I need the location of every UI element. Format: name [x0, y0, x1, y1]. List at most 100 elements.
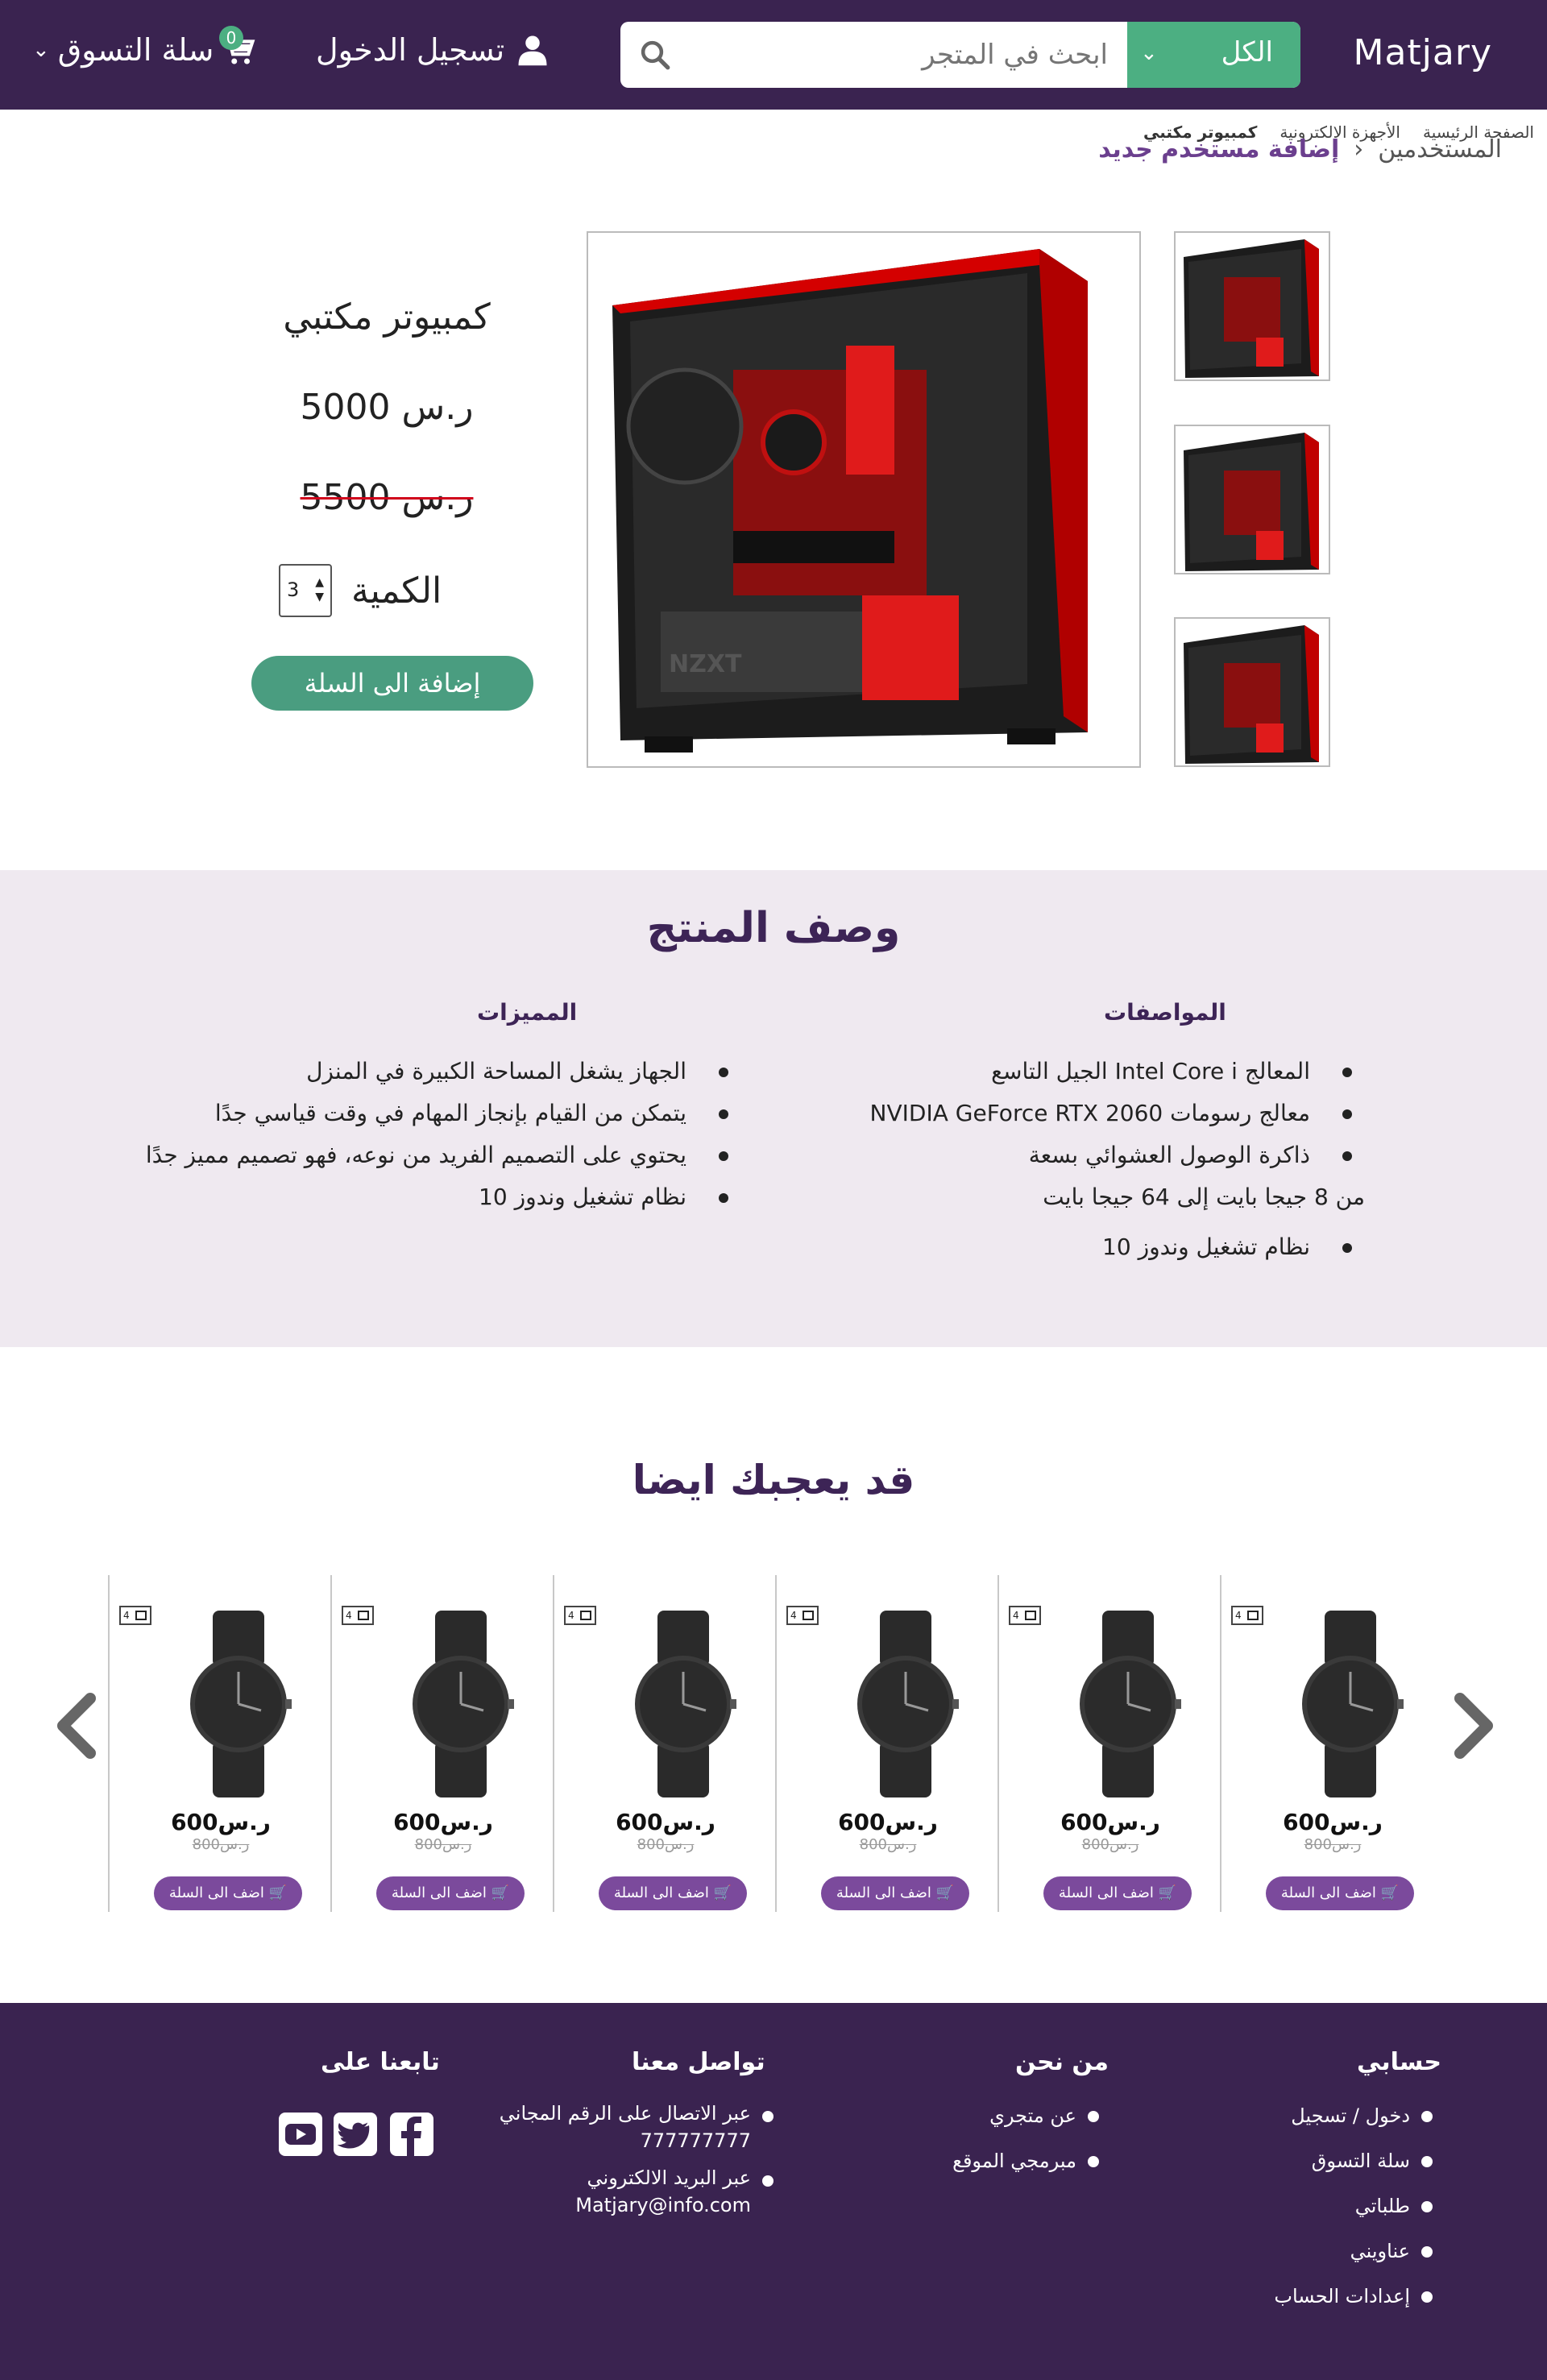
- carousel-next-arrow-icon[interactable]: [1447, 1692, 1499, 1760]
- card-add-to-cart-label: اضف الى السلة: [168, 1885, 264, 1901]
- youtube-icon[interactable]: [277, 2111, 324, 2158]
- footer-contact-heading: تواصل معنا: [632, 2048, 765, 2076]
- search-icon[interactable]: [638, 38, 672, 72]
- footer-contact-email[interactable]: عبر البريد الالكتروني Matjary@info.com: [500, 2164, 774, 2229]
- box-icon: [358, 1611, 369, 1620]
- search-category-dropdown[interactable]: الكل ⌄: [1127, 22, 1300, 88]
- spec-item: ذاكرة الوصول العشوائي بسعة: [870, 1135, 1353, 1177]
- product-card[interactable]: 4 600ر.س 800ر.س 🛒 اضف الى السلة: [775, 1575, 997, 1912]
- spec-item: معالج رسومات NVIDIA GeForce RTX 2060: [870, 1093, 1353, 1135]
- card-add-to-cart-button[interactable]: 🛒 اضف الى السلة: [376, 1876, 525, 1910]
- card-price: 600ر.س: [838, 1809, 938, 1835]
- footer-link[interactable]: عن متجري: [952, 2100, 1099, 2145]
- contact-email-label: عبر البريد الالكتروني: [587, 2166, 751, 2189]
- search-category-label: الكل: [1221, 36, 1273, 68]
- recommended-title: قد يعجبك ايضا: [632, 1457, 915, 1503]
- footer-link[interactable]: مبرمجي الموقع: [952, 2145, 1099, 2190]
- watch-image: [1302, 1611, 1404, 1797]
- footer-follow-heading: تابعنا على: [321, 2048, 440, 2076]
- card-add-to-cart-button[interactable]: 🛒 اضف الى السلة: [1266, 1876, 1414, 1910]
- card-add-to-cart-label: اضف الى السلة: [391, 1885, 487, 1901]
- facebook-icon[interactable]: [388, 2111, 435, 2158]
- features-heading: المميزات: [477, 999, 578, 1026]
- specs-list: المعالج Intel Core i الجيل التاسع معالج …: [870, 1051, 1365, 1269]
- card-price: 600ر.س: [1060, 1809, 1160, 1835]
- card-tag-badge: 4: [1009, 1606, 1041, 1625]
- box-icon: [1025, 1611, 1036, 1620]
- watch-image: [857, 1611, 959, 1797]
- product-old-price-wrap: 5500 ر.س: [193, 477, 580, 518]
- card-tag-badge: 4: [786, 1606, 819, 1625]
- card-tag-number: 4: [1013, 1610, 1019, 1621]
- stepper-arrows-icon[interactable]: ▲ ▼: [315, 575, 324, 604]
- card-tag-badge: 4: [342, 1606, 374, 1625]
- breadcrumb-add-user: إضافة مستخدم جديد: [1098, 135, 1340, 164]
- footer-link[interactable]: دخول / تسجيل: [1274, 2100, 1433, 2145]
- card-old-price: 800ر.س: [637, 1836, 695, 1853]
- twitter-icon[interactable]: [332, 2111, 379, 2158]
- card-price: 600ر.س: [1283, 1809, 1383, 1835]
- quantity-stepper[interactable]: 3 ▲ ▼: [279, 564, 332, 617]
- product-description-section: وصف المنتج المواصفات المعالج Intel Core …: [0, 870, 1547, 1347]
- card-tag-number: 4: [346, 1610, 352, 1621]
- footer-link[interactable]: عناويني: [1274, 2235, 1433, 2280]
- footer-contact-phone[interactable]: عبر الاتصال على الرقم المجاني 777777777: [500, 2100, 774, 2164]
- case-brand-text: NZXT: [669, 650, 742, 678]
- contact-phone-label: عبر الاتصال على الرقم المجاني: [499, 2102, 751, 2125]
- card-price: 600ر.س: [616, 1809, 715, 1835]
- pc-case-image: NZXT: [612, 249, 1088, 753]
- card-tag-number: 4: [790, 1610, 797, 1621]
- card-add-to-cart-label: اضف الى السلة: [1058, 1885, 1154, 1901]
- product-card[interactable]: 4 600ر.س 800ر.س 🛒 اضف الى السلة: [1220, 1575, 1442, 1912]
- card-add-to-cart-label: اضف الى السلة: [836, 1885, 931, 1901]
- card-tag-badge: 4: [1231, 1606, 1263, 1625]
- feature-item: الجهاز يشغل المساحة الكبيرة في المنزل: [146, 1051, 729, 1093]
- features-list: الجهاز يشغل المساحة الكبيرة في المنزل يت…: [146, 1051, 729, 1219]
- cart-count-badge: 0: [219, 26, 243, 50]
- card-tag-number: 4: [123, 1610, 130, 1621]
- feature-item: نظام تشغيل وندوز 10: [146, 1177, 729, 1219]
- box-icon: [135, 1611, 147, 1620]
- product-card[interactable]: 4 600ر.س 800ر.س 🛒 اضف الى السلة: [108, 1575, 330, 1912]
- product-thumbnail[interactable]: [1174, 617, 1330, 767]
- spec-item-continuation: من 8 جيجا بايت إلى 64 جيجا بايت: [1043, 1184, 1365, 1210]
- card-add-to-cart-button[interactable]: 🛒 اضف الى السلة: [1043, 1876, 1192, 1910]
- footer-link[interactable]: سلة التسوق: [1274, 2145, 1433, 2190]
- feature-item: يحتوي على التصميم الفريد من نوعه، فهو تص…: [146, 1135, 729, 1177]
- breadcrumb-users[interactable]: المستخدمين: [1378, 135, 1502, 164]
- cart-label: سلة التسوق: [57, 32, 214, 68]
- card-add-to-cart-button[interactable]: 🛒 اضف الى السلة: [599, 1876, 747, 1910]
- footer-about-heading: من نحن: [1015, 2048, 1109, 2076]
- card-add-to-cart-label: اضف الى السلة: [1280, 1885, 1376, 1901]
- card-add-to-cart-button[interactable]: 🛒 اضف الى السلة: [154, 1876, 302, 1910]
- product-card[interactable]: 4 600ر.س 800ر.س 🛒 اضف الى السلة: [553, 1575, 775, 1912]
- feature-item: يتمكن من القيام بإنجاز المهام في وقت قيا…: [146, 1093, 729, 1135]
- description-title: وصف المنتج: [646, 904, 901, 952]
- product-card[interactable]: 4 600ر.س 800ر.س 🛒 اضف الى السلة: [997, 1575, 1220, 1912]
- product-thumbnail[interactable]: [1174, 231, 1330, 381]
- brand-logo[interactable]: Matjary: [1354, 32, 1493, 73]
- product-thumbnail[interactable]: [1174, 425, 1330, 574]
- search-input[interactable]: [668, 22, 1127, 88]
- product-main-image[interactable]: NZXT: [587, 231, 1141, 768]
- footer-link[interactable]: طلباتي: [1274, 2190, 1433, 2235]
- watch-image: [190, 1611, 292, 1797]
- box-icon: [1247, 1611, 1259, 1620]
- card-old-price: 800ر.س: [1081, 1836, 1139, 1853]
- login-link[interactable]: تسجيل الدخول: [316, 32, 550, 68]
- product-card[interactable]: 4 600ر.س 800ر.س 🛒 اضف الى السلة: [330, 1575, 553, 1912]
- footer-about-list: عن متجري مبرمجي الموقع: [952, 2100, 1099, 2190]
- add-to-cart-button[interactable]: إضافة الى السلة: [251, 656, 533, 711]
- carousel-prev-arrow-icon[interactable]: [52, 1692, 103, 1760]
- card-old-price: 800ر.س: [414, 1836, 472, 1853]
- product-old-price: 5500 ر.س: [300, 477, 474, 518]
- cart-icon: 🛒: [931, 1885, 955, 1901]
- card-tag-number: 4: [568, 1610, 574, 1621]
- footer-link[interactable]: إعدادات الحساب: [1274, 2280, 1433, 2325]
- spec-item: نظام تشغيل وندوز 10: [870, 1227, 1353, 1269]
- pc-case-thumbnail-image: [1184, 433, 1319, 571]
- search-bar: الكل ⌄: [620, 22, 1300, 88]
- card-tag-badge: 4: [119, 1606, 151, 1625]
- card-add-to-cart-button[interactable]: 🛒 اضف الى السلة: [821, 1876, 969, 1910]
- pc-case-thumbnail-image: [1184, 625, 1319, 764]
